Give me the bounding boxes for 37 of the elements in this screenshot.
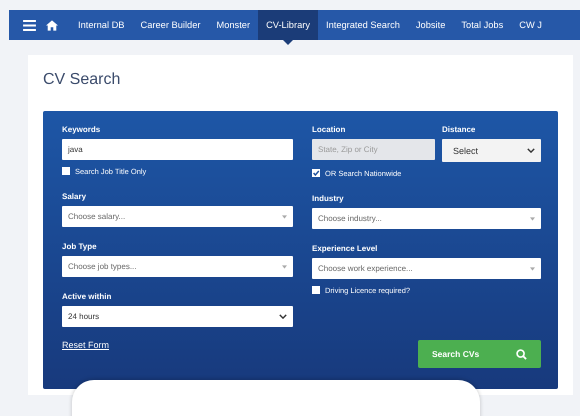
field-label: Active within bbox=[62, 291, 112, 302]
home-icon[interactable] bbox=[46, 20, 58, 30]
nav-tab[interactable]: Career Builder bbox=[132, 10, 208, 40]
checkbox[interactable] bbox=[62, 167, 70, 175]
dropdown[interactable]: Choose job types... bbox=[62, 256, 293, 277]
field-label: Salary bbox=[62, 191, 88, 202]
field-label: Distance bbox=[442, 124, 476, 135]
nav-tab[interactable]: CW J bbox=[511, 10, 550, 40]
field-label: Experience Level bbox=[312, 243, 378, 254]
nav-tab[interactable]: Integrated Search bbox=[318, 10, 408, 40]
dropdown[interactable]: Choose salary... bbox=[62, 206, 293, 227]
tab-pointer-icon bbox=[283, 40, 294, 45]
menu-icon[interactable] bbox=[23, 20, 36, 30]
reset-form-link[interactable]: Reset Form bbox=[62, 339, 293, 351]
dropdown[interactable]: Choose work experience... bbox=[312, 258, 541, 279]
nav-tab[interactable]: Monster bbox=[208, 10, 258, 40]
search-icon bbox=[516, 348, 527, 360]
field-label: Location bbox=[312, 124, 346, 135]
chevron-down-icon bbox=[279, 314, 287, 319]
chevron-down-icon bbox=[527, 148, 535, 153]
dropdown[interactable]: Select bbox=[442, 139, 541, 162]
field-label: Industry bbox=[312, 193, 345, 204]
caret-down-icon bbox=[282, 264, 287, 268]
dropdown[interactable]: 24 hours bbox=[62, 306, 293, 327]
caret-down-icon bbox=[282, 214, 287, 218]
input-field[interactable]: java bbox=[62, 139, 293, 160]
checkbox[interactable] bbox=[312, 169, 320, 177]
caret-down-icon bbox=[530, 266, 535, 270]
dropdown[interactable]: Choose industry... bbox=[312, 208, 541, 229]
checkbox[interactable] bbox=[312, 286, 320, 294]
field-label: Keywords bbox=[62, 124, 102, 135]
nav-tab[interactable]: Total Jobs bbox=[453, 10, 512, 40]
nav-tab[interactable]: Internal DB bbox=[70, 10, 133, 40]
caret-down-icon bbox=[530, 216, 535, 220]
nav-tab[interactable]: Jobsite bbox=[408, 10, 454, 40]
page-title: CV Search bbox=[43, 70, 122, 90]
field-label: Job Type bbox=[62, 241, 98, 252]
